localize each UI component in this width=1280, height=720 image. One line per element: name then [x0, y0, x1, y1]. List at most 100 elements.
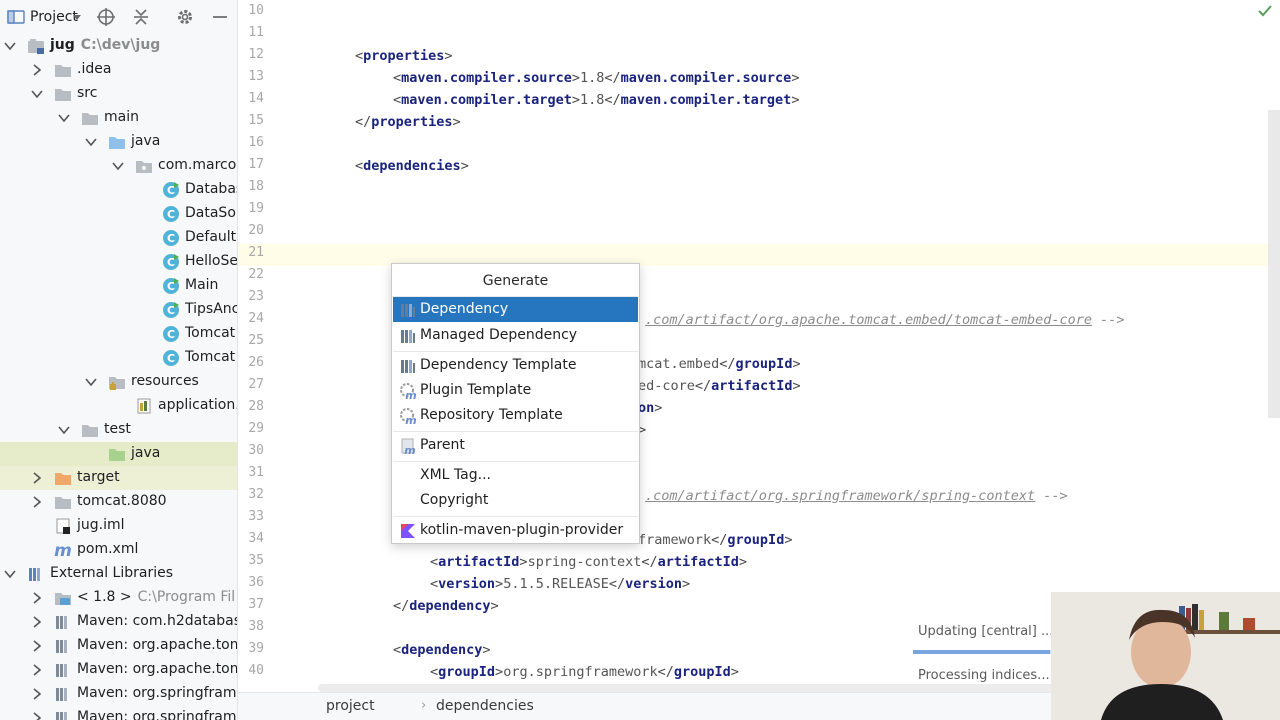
- line-number: 38: [248, 619, 264, 634]
- kotlin-icon: [399, 522, 417, 540]
- menu-item-copyright[interactable]: Copyright: [393, 488, 638, 513]
- tree-node[interactable]: resources: [0, 370, 237, 394]
- menu-item-kotlin-maven-plugin-provider[interactable]: kotlin-maven-plugin-provider: [393, 518, 638, 543]
- menu-item-xml-tag[interactable]: XML Tag...: [393, 463, 638, 488]
- menu-item-dependency[interactable]: Dependency: [393, 297, 638, 322]
- tree-node[interactable]: application.: [0, 394, 237, 418]
- chevron-down-icon[interactable]: [83, 374, 99, 390]
- tree-node[interactable]: C TipsAnc: [0, 298, 237, 322]
- maven-library-icon: [399, 301, 417, 319]
- class-icon: C: [162, 325, 180, 343]
- tree-node-label: tomcat.8080: [77, 493, 167, 509]
- tree-node[interactable]: java: [0, 130, 237, 154]
- tree-node[interactable]: main: [0, 106, 237, 130]
- tree-node[interactable]: C HelloSe: [0, 250, 237, 274]
- test-icon: [108, 445, 126, 463]
- indexing-status[interactable]: Processing indices...: [918, 668, 1050, 683]
- tree-node[interactable]: < 1.8 > C:\Program Fil: [0, 586, 237, 610]
- tree-node[interactable]: Maven: org.springfram: [0, 682, 237, 706]
- tree-node[interactable]: java: [0, 442, 237, 466]
- chevron-right-icon[interactable]: [29, 614, 45, 630]
- tree-node[interactable]: Maven: org.apache.tom: [0, 658, 238, 682]
- tree-node[interactable]: External Libraries: [0, 562, 237, 586]
- tree-node[interactable]: C DataSou: [0, 202, 237, 226]
- classrun-icon: C: [162, 277, 180, 295]
- tree-node-name: Maven: org.springfram: [77, 685, 237, 701]
- classrun-icon: C: [162, 181, 180, 199]
- menu-item-plugin-template[interactable]: m Plugin Template: [393, 378, 638, 403]
- chevron-right-icon[interactable]: [29, 590, 45, 606]
- tree-node[interactable]: target: [0, 466, 237, 490]
- tree-node[interactable]: Maven: org.apache.tom: [0, 634, 237, 658]
- tree-node[interactable]: m pom.xml: [0, 538, 237, 562]
- tree-node[interactable]: Maven: org.springfram: [0, 706, 237, 720]
- chevron-right-icon[interactable]: [29, 470, 45, 486]
- chevron-down-icon[interactable]: [110, 158, 126, 174]
- menu-item-repository-template[interactable]: m Repository Template: [393, 403, 638, 428]
- chevron-right-icon[interactable]: [29, 662, 45, 678]
- inspection-ok-icon[interactable]: [1256, 2, 1274, 20]
- chevron-down-icon[interactable]: [56, 110, 72, 126]
- tree-node-name: java: [131, 133, 161, 149]
- project-view-icon[interactable]: [7, 8, 25, 26]
- chevron-down-icon[interactable]: [72, 14, 82, 22]
- tree-node[interactable]: jug C:\dev\jug: [0, 34, 237, 58]
- chevron-down-icon[interactable]: [2, 566, 18, 582]
- menu-item-label: XML Tag...: [420, 467, 491, 483]
- chevron-down-icon[interactable]: [83, 134, 99, 150]
- tree-node[interactable]: test: [0, 418, 237, 442]
- breadcrumb-separator: ›: [421, 698, 427, 713]
- folder-icon: [81, 421, 99, 439]
- line-number: 23: [248, 289, 264, 304]
- menu-item-parent[interactable]: m Parent: [393, 433, 638, 458]
- tree-node[interactable]: C Default: [0, 226, 237, 250]
- tree-node-label: DataSou: [185, 205, 237, 221]
- class-icon: C: [162, 229, 180, 247]
- menu-item-managed-dependency[interactable]: Managed Dependency: [393, 323, 638, 348]
- breadcrumb-item-dependencies[interactable]: dependencies: [436, 698, 534, 714]
- minimize-icon[interactable]: [210, 7, 230, 27]
- chevron-down-icon[interactable]: [29, 86, 45, 102]
- code-line: <maven.compiler.source>1.8</maven.compil…: [393, 70, 800, 86]
- tree-node[interactable]: C Tomcat: [0, 322, 237, 346]
- tree-node[interactable]: .idea: [0, 58, 237, 82]
- gear-icon[interactable]: [175, 7, 195, 27]
- background-task-progress: [913, 650, 1053, 654]
- folder-icon: [54, 61, 72, 79]
- collapse-all-icon[interactable]: [131, 7, 151, 27]
- breadcrumb-item-project[interactable]: project: [326, 698, 375, 714]
- chevron-right-icon[interactable]: [29, 62, 45, 78]
- menu-item-dependency-template[interactable]: Dependency Template: [393, 353, 638, 378]
- tree-node-path: C:\dev\jug: [80, 37, 161, 53]
- tree-node-name: java: [131, 445, 161, 461]
- chevron-down-icon[interactable]: [2, 38, 18, 54]
- project-view-title[interactable]: Project: [30, 9, 78, 25]
- svg-text:C: C: [167, 184, 175, 197]
- tree-node[interactable]: C Databas: [0, 178, 237, 202]
- chevron-down-icon[interactable]: [56, 422, 72, 438]
- line-number: 35: [248, 553, 264, 568]
- tree-node-name: Maven: org.apache.tom: [77, 661, 238, 677]
- tree-node[interactable]: com.marcol: [0, 154, 237, 178]
- project-tool-window: Project jug C:\dev\jug .idea src main java com…: [0, 0, 238, 720]
- tree-node[interactable]: src: [0, 82, 237, 106]
- tree-node[interactable]: C Tomcat: [0, 346, 237, 370]
- horizontal-scrollbar[interactable]: [318, 684, 1058, 692]
- chevron-right-icon[interactable]: [29, 638, 45, 654]
- maven-plugin-icon: m: [399, 382, 417, 402]
- tree-node-label: Maven: org.springfram: [77, 709, 237, 720]
- tree-node[interactable]: Maven: com.h2databas: [0, 610, 237, 634]
- code-comment: .com/artifact/org.springframework/spring…: [645, 488, 1068, 504]
- chevron-right-icon[interactable]: [29, 494, 45, 510]
- tree-node[interactable]: C Main: [0, 274, 237, 298]
- code-line: on>: [638, 400, 663, 416]
- tree-node[interactable]: tomcat.8080: [0, 490, 237, 514]
- vertical-scrollbar[interactable]: [1268, 110, 1280, 418]
- tree-node[interactable]: jug.iml: [0, 514, 237, 538]
- chevron-right-icon[interactable]: [29, 710, 45, 720]
- background-task-status[interactable]: Updating [central] ...: [918, 624, 1053, 639]
- tree-node-label: Default: [185, 229, 236, 245]
- code-line: <groupId>org.springframework</groupId>: [430, 664, 739, 680]
- locate-icon[interactable]: [96, 7, 116, 27]
- chevron-right-icon[interactable]: [29, 686, 45, 702]
